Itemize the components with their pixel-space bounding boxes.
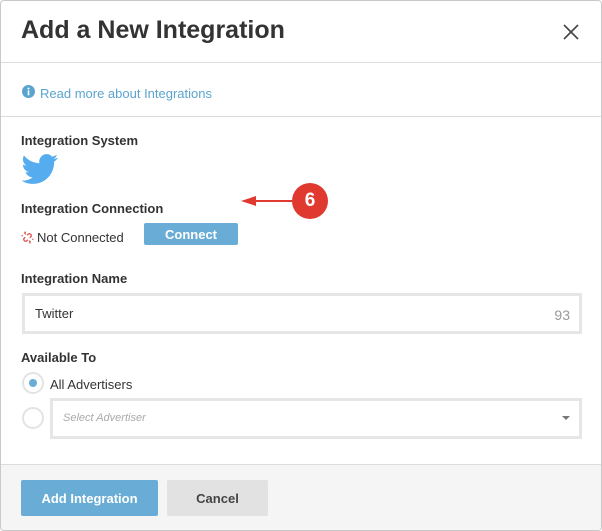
- select-advertiser-placeholder: Select Advertiser: [63, 412, 146, 424]
- modal-title: Add a New Integration: [21, 16, 285, 44]
- cancel-button[interactable]: Cancel: [167, 480, 268, 516]
- broken-link-icon: [21, 231, 34, 244]
- select-advertiser-dropdown[interactable]: Select Advertiser: [50, 398, 582, 439]
- twitter-bird-icon: [21, 154, 58, 184]
- info-circle-icon: [22, 85, 35, 98]
- add-integration-button[interactable]: Add Integration: [21, 480, 158, 516]
- annotation-badge: 6: [292, 183, 328, 219]
- available-to-label: Available To: [21, 350, 97, 365]
- add-integration-modal: Add a New Integration Read more about In…: [0, 0, 602, 531]
- integration-name-input[interactable]: [35, 296, 515, 331]
- chevron-down-icon: [562, 416, 570, 420]
- integration-name-field[interactable]: 93: [22, 293, 582, 334]
- radio-all-advertisers[interactable]: [22, 372, 44, 394]
- read-more-integrations-link[interactable]: Read more about Integrations: [40, 86, 212, 101]
- radio-select-advertiser[interactable]: [22, 407, 44, 429]
- info-row: Read more about Integrations: [1, 63, 601, 117]
- connection-status-text: Not Connected: [37, 230, 124, 245]
- modal-header: Add a New Integration: [1, 1, 601, 63]
- connect-button[interactable]: Connect: [144, 223, 238, 245]
- all-advertisers-label: All Advertisers: [50, 377, 133, 392]
- close-icon[interactable]: [561, 22, 581, 42]
- integration-system-label: Integration System: [21, 133, 139, 148]
- connection-status: Not Connected: [21, 230, 124, 245]
- remaining-chars-counter: 93: [554, 307, 570, 323]
- integration-name-label: Integration Name: [21, 271, 128, 286]
- integration-connection-label: Integration Connection: [21, 201, 164, 216]
- modal-footer: Add Integration Cancel: [1, 464, 601, 530]
- arrow-left-icon: [241, 196, 297, 206]
